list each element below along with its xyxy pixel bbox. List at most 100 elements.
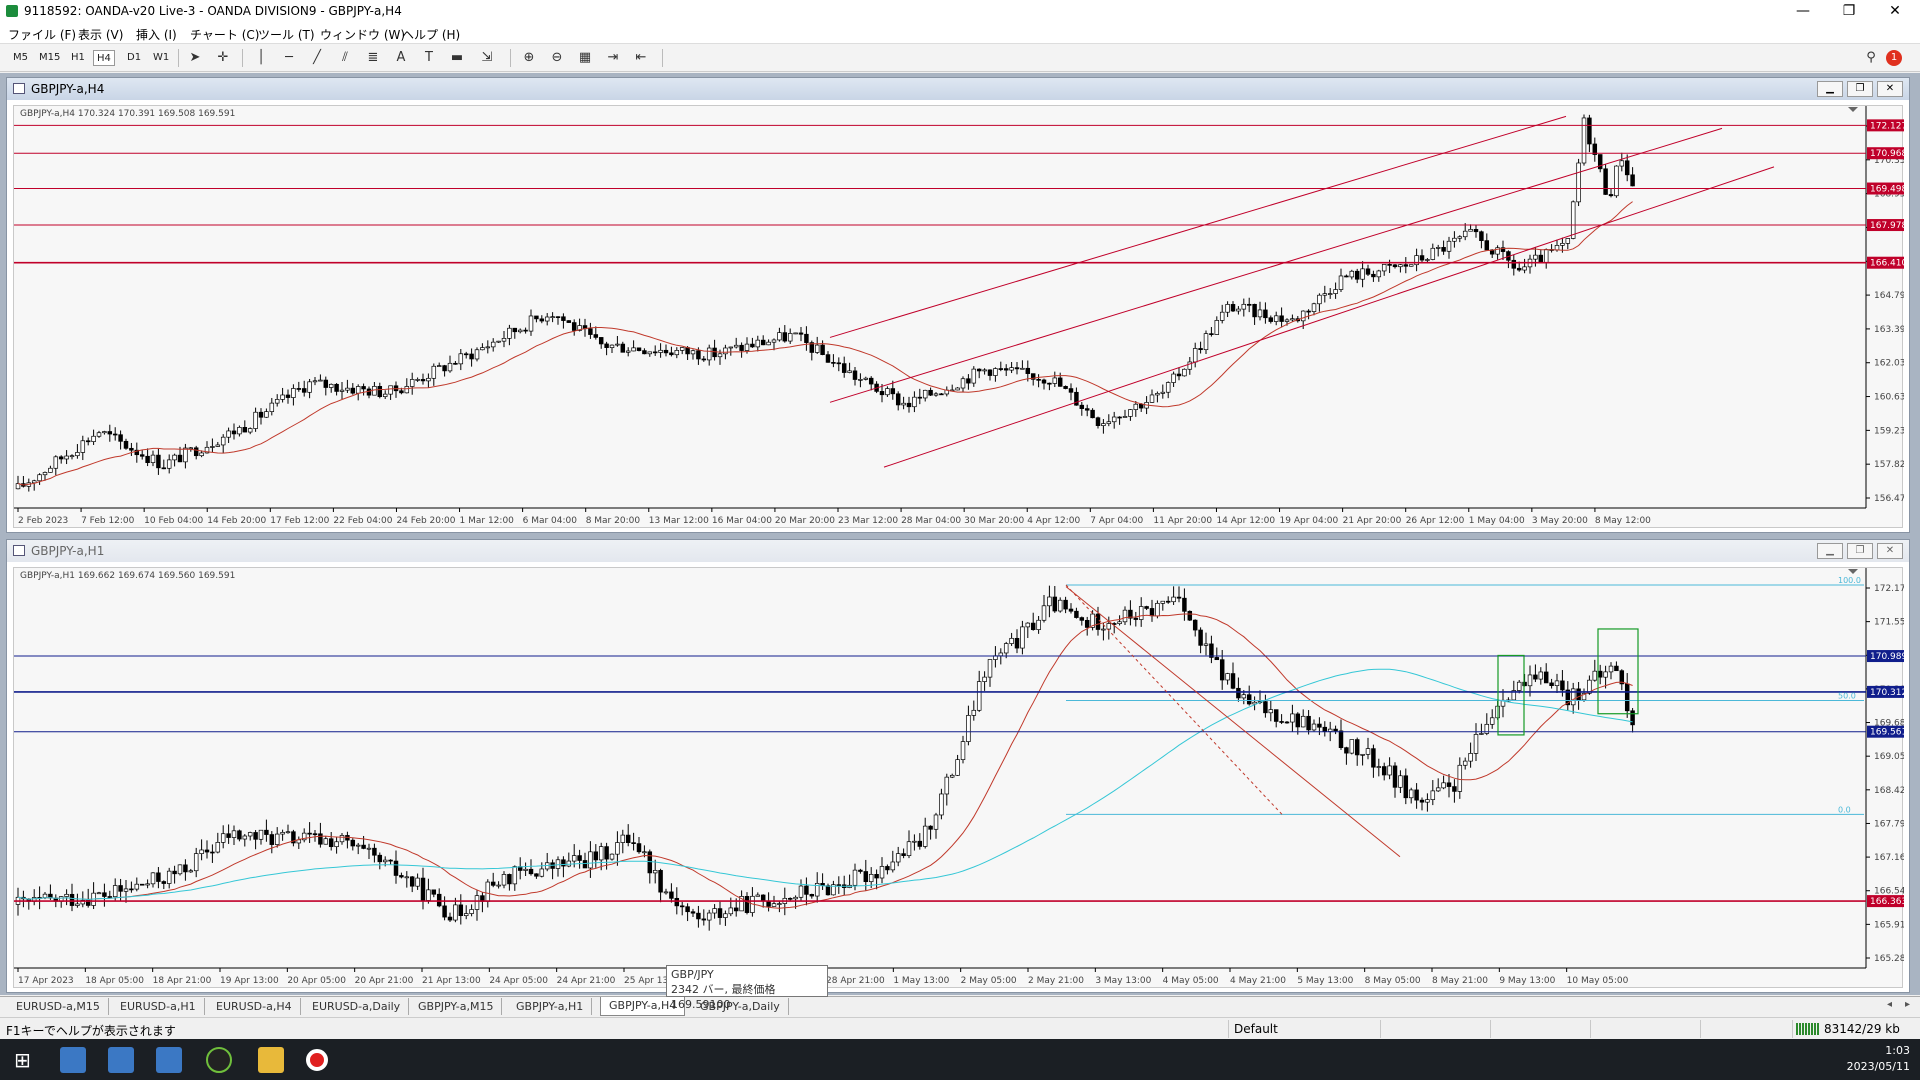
- moving-average-line: [17, 201, 1633, 486]
- chart-restore-button[interactable]: ❐: [1847, 543, 1873, 559]
- tab-eurusd-h1[interactable]: EURUSD-a,H1: [112, 998, 205, 1015]
- menu-file[interactable]: ファイル (F): [8, 26, 76, 43]
- candle-body: [1365, 268, 1371, 275]
- channel-lower-line: [883, 166, 1775, 468]
- price-level-label: 169.561: [1870, 728, 1904, 738]
- menu-chart[interactable]: チャート (C): [190, 26, 259, 43]
- rectangle-icon[interactable]: ▬: [448, 49, 466, 67]
- chart-info-line: GBPJPY-a,H1 169.662 169.674 169.560 169.…: [20, 571, 236, 581]
- chart-window-h4[interactable]: GBPJPY-a,H4 ▁ ❐ ✕ GBPJPY-a,H4 170.324 17…: [6, 77, 1910, 533]
- zoom-in-icon[interactable]: ⊕: [520, 49, 538, 67]
- chart-minimize-button[interactable]: ▁: [1817, 543, 1843, 559]
- taskbar-clock[interactable]: 1:03 2023/05/11: [1847, 1043, 1910, 1075]
- tab-eurusd-daily[interactable]: EURUSD-a,Daily: [304, 998, 410, 1015]
- candle-body: [1560, 243, 1565, 246]
- vertical-line-icon[interactable]: │: [252, 49, 270, 67]
- timeframe-h4[interactable]: H4: [93, 50, 115, 66]
- candle-body: [1074, 391, 1079, 406]
- file-explorer-icon[interactable]: [258, 1047, 284, 1073]
- shapes-dropdown-icon[interactable]: ⇲: [478, 49, 496, 67]
- chart-tooltip: GBP/JPY 2342 バー, 最終価格 169.59100: [666, 965, 828, 1011]
- metatrader-app-icon[interactable]: [60, 1047, 86, 1073]
- metatrader-app-icon[interactable]: [108, 1047, 134, 1073]
- windows-start-icon[interactable]: ⊞: [14, 1048, 31, 1072]
- tab-gbpjpy-h1[interactable]: GBPJPY-a,H1: [508, 998, 593, 1015]
- candle-body: [598, 846, 604, 861]
- candle-body: [1133, 617, 1139, 620]
- tile-windows-icon[interactable]: ▦: [576, 49, 594, 67]
- crosshair-icon[interactable]: ✛: [214, 49, 232, 67]
- chart-window-titlebar[interactable]: GBPJPY-a,H1 ▁ ❐ ✕: [7, 540, 1909, 562]
- candle-body: [193, 447, 199, 457]
- autoscroll-icon[interactable]: ⇥: [604, 49, 622, 67]
- price-chart-h1[interactable]: 172.170171.555170.935170.305169.680169.0…: [14, 568, 1904, 990]
- candle-body: [366, 847, 372, 850]
- timeframe-w1[interactable]: W1: [150, 50, 172, 66]
- time-tick-label: 24 Feb 20:00: [396, 516, 455, 526]
- notification-icon[interactable]: 1: [1886, 50, 1902, 66]
- candle-body: [75, 452, 80, 457]
- trendline-icon[interactable]: ╱: [308, 49, 326, 67]
- tab-scroll-left-icon[interactable]: ◂: [1887, 999, 1892, 1010]
- candle-body: [1435, 787, 1441, 792]
- chart-close-button[interactable]: ✕: [1877, 81, 1903, 97]
- candle-body: [247, 428, 253, 433]
- cursor-icon[interactable]: ➤: [186, 49, 204, 67]
- menu-tools[interactable]: ツール (T): [258, 26, 315, 43]
- menu-help[interactable]: ヘルプ (H): [402, 26, 460, 43]
- candle-body: [912, 396, 917, 408]
- close-button[interactable]: ✕: [1872, 0, 1918, 22]
- candle-body: [987, 369, 993, 376]
- chart-minimize-button[interactable]: ▁: [1817, 81, 1843, 97]
- tab-eurusd-m15[interactable]: EURUSD-a,M15: [8, 998, 109, 1015]
- chart-restore-button[interactable]: ❐: [1847, 81, 1873, 97]
- candle-body: [350, 387, 356, 394]
- text-tool-icon[interactable]: A: [392, 49, 410, 67]
- candle-body: [1322, 726, 1328, 732]
- chart-h1-area[interactable]: GBPJPY-a,H1 169.662 169.674 169.560 169.…: [13, 567, 1904, 990]
- channel-icon[interactable]: ⫽: [336, 49, 354, 67]
- candle-body: [453, 904, 458, 921]
- candle-body: [166, 870, 172, 884]
- time-tick-label: 30 Mar 20:00: [964, 516, 1024, 526]
- menu-insert[interactable]: 挿入 (I): [136, 26, 177, 43]
- text-label-icon[interactable]: T: [420, 49, 438, 67]
- search-icon[interactable]: ⚲: [1862, 49, 1880, 67]
- horizontal-line-icon[interactable]: ─: [280, 49, 298, 67]
- candle-body: [474, 895, 480, 910]
- fibonacci-icon[interactable]: ≣: [364, 49, 382, 67]
- candle-body: [1203, 643, 1209, 646]
- chart-window-h1[interactable]: GBPJPY-a,H1 ▁ ❐ ✕ GBPJPY-a,H1 169.662 16…: [6, 539, 1910, 993]
- candle-body: [906, 402, 912, 408]
- menu-view[interactable]: 表示 (V): [78, 26, 123, 43]
- candle-body: [561, 316, 566, 321]
- candle-body: [696, 350, 701, 360]
- moving-average-line: [17, 668, 1633, 901]
- zoom-out-icon[interactable]: ⊖: [548, 49, 566, 67]
- candle-body: [48, 467, 53, 473]
- price-chart-h4[interactable]: 171.750170.350168.950167.590166.190164.7…: [14, 106, 1904, 530]
- metatrader-app-icon[interactable]: [156, 1047, 182, 1073]
- chart-h4-area[interactable]: GBPJPY-a,H4 170.324 170.391 169.508 169.…: [13, 105, 1904, 530]
- tab-eurusd-h4[interactable]: EURUSD-a,H4: [208, 998, 301, 1015]
- tab-scroll-right-icon[interactable]: ▸: [1905, 999, 1910, 1010]
- candle-body: [112, 433, 118, 436]
- minimize-button[interactable]: —: [1780, 0, 1826, 22]
- oanda-app-icon[interactable]: [206, 1047, 232, 1073]
- chart-window-titlebar[interactable]: GBPJPY-a,H4 ▁ ❐ ✕: [7, 78, 1909, 100]
- chart-window-title: GBPJPY-a,H4: [31, 82, 105, 96]
- timeframe-m5[interactable]: M5: [10, 50, 31, 66]
- candle-body: [1036, 619, 1041, 630]
- chart-shift-icon[interactable]: ⇤: [632, 49, 650, 67]
- time-tick-label: 4 Apr 12:00: [1027, 516, 1080, 526]
- candle-body: [512, 866, 518, 885]
- timeframe-m15[interactable]: M15: [36, 50, 63, 66]
- menu-window[interactable]: ウィンドウ (W): [320, 26, 405, 43]
- recorder-app-icon[interactable]: [306, 1049, 328, 1071]
- tab-gbpjpy-m15[interactable]: GBPJPY-a,M15: [410, 998, 503, 1015]
- chart-close-button[interactable]: ✕: [1877, 543, 1903, 559]
- timeframe-h1[interactable]: H1: [68, 50, 88, 66]
- maximize-button[interactable]: ❐: [1826, 0, 1872, 22]
- timeframe-d1[interactable]: D1: [124, 50, 144, 66]
- candle-body: [1484, 240, 1490, 251]
